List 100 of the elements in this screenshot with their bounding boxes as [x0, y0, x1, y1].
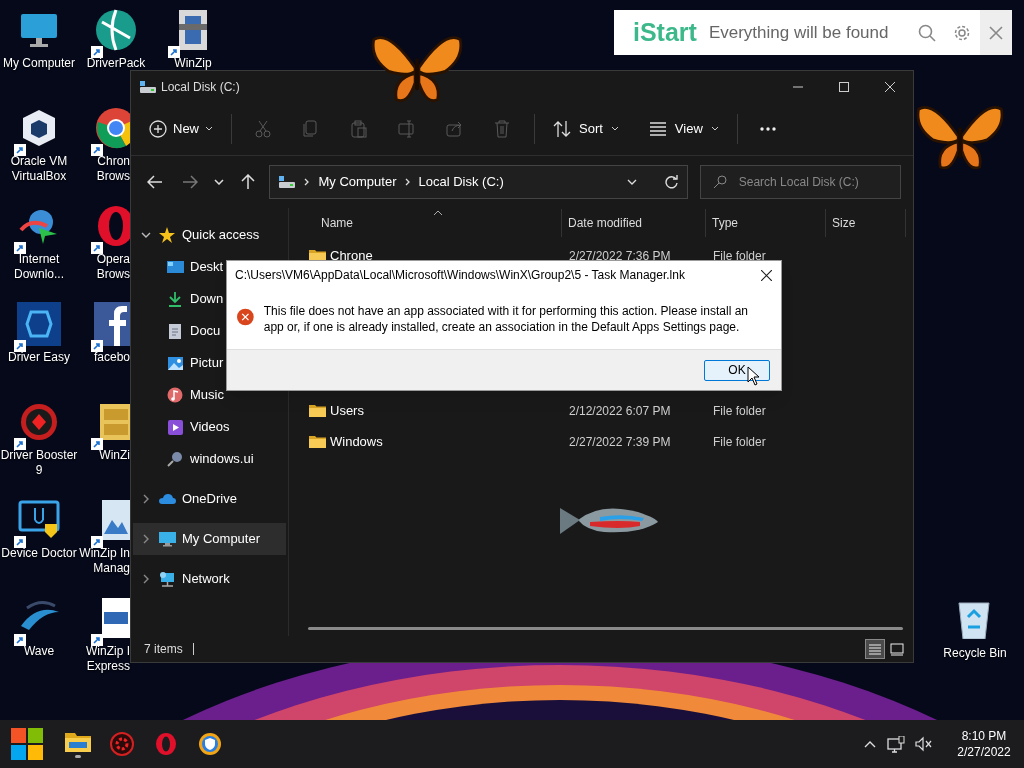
sidebar-label: Deskt — [190, 258, 224, 277]
chevron-up-icon — [864, 739, 876, 749]
item-count: 7 items — [144, 641, 183, 658]
sidebar-item[interactable]: Music — [133, 379, 286, 411]
address-bar[interactable]: My Computer Local Disk (C:) — [269, 165, 688, 199]
file-row[interactable]: Users 2/12/2022 6:07 PM File folder — [289, 395, 913, 426]
sort-icon — [553, 119, 571, 138]
caret-icon — [205, 126, 213, 131]
ok-button[interactable]: OK — [704, 359, 770, 381]
column-header[interactable]: Name — [289, 209, 562, 237]
copy-icon — [302, 119, 320, 138]
new-button[interactable]: New — [141, 111, 221, 146]
search-icon — [712, 175, 727, 189]
sidebar-item[interactable]: windows.ui — [133, 443, 286, 475]
type-cell-text: File folder — [712, 247, 767, 265]
chevron-right-icon — [143, 534, 149, 544]
app-icon[interactable] — [94, 8, 138, 52]
close-icon — [988, 25, 1003, 40]
type-cell-text: File folder — [712, 433, 767, 451]
network-icon — [159, 570, 176, 588]
shield-browser-icon — [198, 732, 222, 756]
file-name: Chrone — [330, 246, 373, 265]
desktop-icon — [167, 258, 184, 276]
forward-arrow-icon — [181, 175, 198, 189]
cut-icon — [254, 119, 272, 138]
search-icon — [918, 23, 937, 42]
computer-icon — [159, 530, 176, 548]
desktop-icon-label: Driver Easy — [7, 350, 71, 365]
desktop-icon-label: DriverPack — [85, 56, 147, 71]
sidebar-item[interactable]: Quick access — [133, 219, 286, 251]
breadcrumb-chevron-icon — [404, 178, 411, 186]
horizontal-scrollbar[interactable] — [308, 627, 903, 630]
gear-icon — [110, 732, 134, 756]
sidebar-label: Pictur — [190, 354, 224, 373]
column-header[interactable]: Type — [706, 209, 826, 237]
delete-icon — [494, 119, 512, 138]
clock[interactable]: 8:10 PM 2/27/2022 — [944, 728, 1024, 760]
document-icon — [167, 322, 184, 340]
refresh-icon — [663, 175, 678, 189]
desktop-icon-label: Device Doctor — [0, 546, 78, 561]
muted-speaker-icon — [914, 736, 932, 752]
dialog-title: C:\Users\VM6\AppData\Local\Microsoft\Windows\WinX\Group2\5 - Task Manager.lnk — [235, 267, 685, 284]
column-header[interactable]: Date modified — [562, 209, 706, 237]
desktop-icon-label: WinZip — [173, 56, 213, 71]
view-button[interactable]: View — [640, 111, 727, 146]
details-view-button[interactable] — [865, 639, 885, 659]
settings-button[interactable] — [944, 10, 980, 55]
app-icon[interactable] — [17, 302, 61, 346]
details-view-icon — [868, 642, 882, 656]
more-icon — [759, 126, 776, 131]
opera-icon — [154, 732, 178, 756]
desktop-icon-label: Recycle Bin — [942, 646, 1008, 661]
sidebar-item[interactable]: Videos — [133, 411, 286, 443]
sidebar-label: Down — [190, 290, 224, 309]
sidebar-label: Quick access — [182, 226, 260, 245]
search-field[interactable]: Search Local Disk (C:) — [699, 165, 901, 199]
desktop-icon-label: My Computer — [2, 56, 76, 71]
desktop-icon-label: WinZip I Express — [85, 644, 130, 674]
sidebar-item[interactable]: Network — [133, 563, 286, 595]
desktop-icon-label: facebo — [92, 350, 130, 365]
sort-ascending-icon — [433, 210, 443, 216]
folder-icon — [309, 434, 326, 449]
paste-icon — [350, 119, 368, 138]
chevron-down-icon — [213, 179, 224, 185]
file-row[interactable]: Windows 2/27/2022 7:39 PM File folder — [289, 426, 913, 457]
date-cell-text: 2/12/2022 6:07 PM — [568, 402, 672, 420]
file-name: Windows — [330, 432, 383, 451]
sidebar-label: Music — [190, 386, 224, 405]
windows-logo-icon — [11, 728, 43, 760]
sidebar-item[interactable]: My Computer — [133, 523, 286, 555]
caret-icon — [710, 126, 719, 131]
breadcrumb-item[interactable]: My Computer — [318, 172, 397, 192]
desktop-icon-label: Chron Brows — [95, 154, 130, 184]
plus-circle-icon — [149, 119, 167, 138]
back-arrow-icon — [146, 175, 163, 189]
istart-close-button[interactable] — [979, 10, 1012, 55]
magnifier-icon — [167, 450, 184, 468]
sidebar-label: Docu — [190, 322, 221, 341]
up-arrow-icon — [240, 174, 255, 190]
chevron-down-icon — [141, 232, 151, 238]
istart-search-field[interactable]: Everything will be found — [708, 10, 910, 55]
drive-icon — [278, 174, 297, 190]
column-header[interactable]: Size — [826, 209, 906, 237]
search-input[interactable]: Search Local Disk (C:) — [738, 173, 899, 191]
sort-button[interactable]: Sort — [545, 111, 627, 146]
sidebar-label: Videos — [190, 418, 230, 437]
music-icon — [167, 386, 184, 404]
sidebar-item[interactable]: Pictur — [133, 347, 286, 379]
sidebar-item[interactable]: OneDrive — [133, 483, 286, 515]
folder-icon — [65, 730, 91, 752]
desktop-icon-label: Wave — [22, 644, 56, 659]
date-cell-text: 2/27/2022 7:36 PM — [568, 247, 672, 265]
drive-icon — [139, 78, 157, 95]
chevron-down-icon — [626, 179, 637, 185]
breadcrumb-item[interactable]: Local Disk (C:) — [418, 172, 504, 192]
istart-logo: iStart — [614, 10, 709, 55]
desktop-icon-label: Internet Downlo... — [13, 252, 65, 282]
chevron-right-icon — [143, 574, 149, 584]
desktop-icon-label: Oracle VM VirtualBox — [9, 154, 69, 184]
app-icon[interactable] — [94, 302, 130, 346]
